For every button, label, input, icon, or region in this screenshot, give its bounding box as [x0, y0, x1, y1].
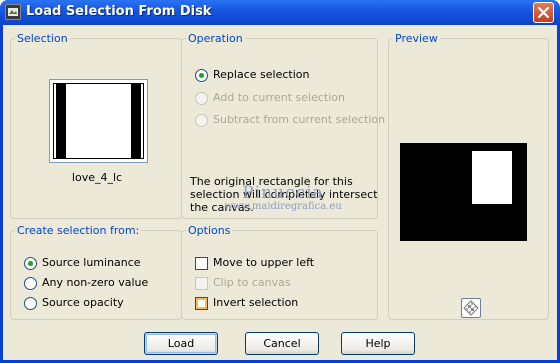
dialog-window: Load Selection From Disk Selection love_…: [0, 0, 560, 363]
create-selection-group: Create selection from: Source luminance …: [10, 224, 182, 320]
selection-thumbnail[interactable]: [49, 79, 148, 163]
radio-button[interactable]: [195, 92, 208, 105]
options-group-legend: Options: [188, 224, 231, 237]
operation-info-text: The original rectangle for this selectio…: [190, 175, 378, 214]
preview-selection-rect: [472, 151, 512, 204]
preview-group-legend: Preview: [395, 32, 438, 45]
operation-group-legend: Operation: [188, 32, 243, 45]
operation-group: Operation Replace selection Add to curre…: [181, 32, 385, 219]
radio-label: Any non-zero value: [42, 276, 149, 289]
create-selection-group-legend: Create selection from:: [17, 224, 140, 237]
title-bar[interactable]: Load Selection From Disk: [0, 0, 560, 25]
radio-button[interactable]: [195, 114, 208, 127]
cancel-button[interactable]: Cancel: [245, 332, 319, 355]
close-icon: [537, 6, 550, 19]
radio-label: Source luminance: [42, 256, 141, 269]
app-icon: [5, 4, 21, 20]
radio-button[interactable]: [195, 69, 208, 82]
load-button[interactable]: Load: [144, 332, 218, 355]
options-group: Options Move to upper left Clip to canva…: [181, 224, 378, 320]
selection-thumbnail-name: love_4_lc: [71, 171, 123, 184]
radio-label: Replace selection: [213, 68, 310, 81]
selection-group-legend: Selection: [17, 32, 68, 45]
radio-button[interactable]: [24, 257, 37, 270]
help-button[interactable]: Help: [341, 332, 415, 355]
checkerboard-icon: [463, 300, 479, 316]
checkbox[interactable]: [195, 297, 208, 310]
radio-label: Subtract from current selection: [213, 113, 386, 126]
radio-label: Source opacity: [42, 296, 124, 309]
radio-label: Add to current selection: [213, 91, 345, 104]
radio-selected-dot: [199, 73, 204, 78]
selection-thumbnail-image: [53, 83, 144, 159]
checkbox-label: Clip to canvas: [213, 276, 291, 289]
radio-button[interactable]: [24, 277, 37, 290]
checkbox[interactable]: [195, 257, 208, 270]
radio-selected-dot: [28, 261, 33, 266]
checkbox[interactable]: [195, 277, 208, 290]
checkbox-label: Invert selection: [213, 296, 299, 309]
preview-image: [400, 143, 527, 241]
close-button[interactable]: [533, 2, 554, 23]
dialog-client-area: Selection love_4_lc Operation Replace se…: [3, 25, 557, 360]
selection-group: Selection love_4_lc: [10, 32, 182, 219]
checkbox-label: Move to upper left: [213, 256, 315, 269]
proof-button[interactable]: [461, 298, 481, 318]
window-title: Load Selection From Disk: [26, 4, 212, 19]
thumbnail-bar-left: [56, 84, 66, 158]
thumbnail-bar-right: [131, 84, 141, 158]
radio-button[interactable]: [24, 297, 37, 310]
preview-group: Preview: [388, 32, 549, 320]
